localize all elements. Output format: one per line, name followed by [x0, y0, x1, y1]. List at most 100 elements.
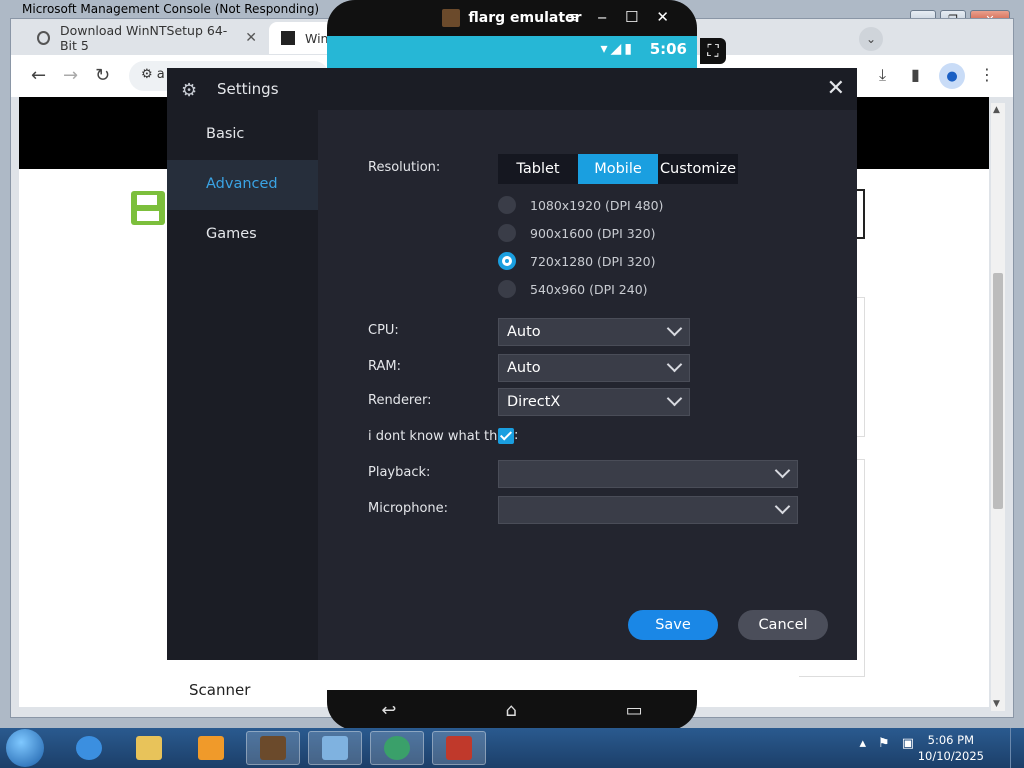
- playback-select[interactable]: [498, 460, 798, 488]
- resolution-option-label: 900x1600 (DPI 320): [530, 225, 656, 241]
- network-icon[interactable]: ▣: [902, 736, 914, 751]
- sidebar-item-games[interactable]: Games: [167, 210, 318, 260]
- hamburger-menu-icon[interactable]: ≡: [567, 8, 580, 26]
- cpu-label: CPU:: [368, 323, 399, 338]
- radio-button[interactable]: [498, 196, 516, 214]
- mode-mobile[interactable]: Mobile: [578, 154, 658, 184]
- close-dialog-icon[interactable]: ✕: [827, 76, 845, 101]
- unknown-option-checkbox[interactable]: [498, 428, 514, 444]
- android-nav-bar: ↩ ⌂ ▭: [327, 692, 697, 728]
- resolution-option[interactable]: 720x1280 (DPI 320): [498, 252, 655, 270]
- resolution-option[interactable]: 540x960 (DPI 240): [498, 280, 648, 298]
- chevron-down-icon: [667, 359, 681, 373]
- toolbox-icon[interactable]: [432, 731, 486, 765]
- taskbar-clock[interactable]: 5:06 PM 10/10/2025: [918, 732, 984, 764]
- android-status-bar: ▾◢▮ 5:06: [327, 36, 697, 68]
- file-explorer-icon[interactable]: [122, 731, 176, 765]
- background-window-title: Microsoft Management Console (Not Respon…: [22, 2, 320, 16]
- checkbox-label: i dont know what this: [368, 429, 508, 444]
- mode-customize[interactable]: Customize: [658, 154, 738, 184]
- cpu-select[interactable]: Auto: [498, 318, 690, 346]
- start-button[interactable]: [6, 729, 44, 767]
- profile-avatar[interactable]: ●: [939, 63, 965, 89]
- checkbox-label-tail: :: [514, 428, 519, 443]
- radio-button[interactable]: [498, 224, 516, 242]
- resolution-option[interactable]: 900x1600 (DPI 320): [498, 224, 655, 242]
- internet-explorer-icon[interactable]: [62, 731, 116, 765]
- radio-button-selected[interactable]: [498, 252, 516, 270]
- menu-kebab-icon[interactable]: ⋮: [979, 65, 995, 84]
- scanner-text: Scanner: [189, 681, 251, 699]
- tab-search-button[interactable]: ⌄: [859, 27, 883, 51]
- recents-nav-icon[interactable]: ▭: [626, 700, 643, 721]
- sidebar-item-advanced[interactable]: Advanced: [167, 160, 318, 210]
- settings-content: Resolution: Tablet Mobile Customize 1080…: [318, 110, 857, 660]
- globe-icon: [37, 31, 50, 45]
- download-icon[interactable]: ⤓: [879, 65, 886, 85]
- resolution-option[interactable]: 1080x1920 (DPI 480): [498, 196, 663, 214]
- site-info-icon[interactable]: ⚙: [141, 67, 153, 82]
- address-text: a: [156, 67, 165, 82]
- clock-date: 10/10/2025: [917, 749, 984, 763]
- cancel-button[interactable]: Cancel: [738, 610, 828, 640]
- tab-title: Download WinNTSetup 64-Bit 5: [59, 23, 228, 53]
- status-time: 5:06: [649, 40, 687, 58]
- system-tray: ▴ ⚑ ▣: [860, 736, 914, 751]
- emulator-name: flarg emulator: [468, 10, 582, 26]
- chevron-down-icon: [775, 465, 789, 479]
- ram-select[interactable]: Auto: [498, 354, 690, 382]
- renderer-value: DirectX: [507, 394, 561, 410]
- taskbar: ▴ ⚑ ▣ 5:06 PM 10/10/2025: [0, 728, 1024, 768]
- resolution-label: Resolution:: [368, 160, 441, 175]
- save-button[interactable]: Save: [628, 610, 718, 640]
- settings-sidebar: Basic Advanced Games: [167, 110, 318, 660]
- settings-dialog: ⚙ Settings ✕ Basic Advanced Games Resolu…: [167, 68, 857, 660]
- renderer-label: Renderer:: [368, 393, 432, 408]
- scroll-down-icon[interactable]: ▼: [993, 699, 1000, 709]
- chrome-icon[interactable]: [370, 731, 424, 765]
- tab-winntsetup[interactable]: Download WinNTSetup 64-Bit 5 ✕: [25, 22, 269, 54]
- chevron-down-icon: [775, 501, 789, 515]
- back-nav-icon[interactable]: ↩: [381, 700, 396, 721]
- scroll-thumb[interactable]: [993, 273, 1003, 509]
- resolution-mode-selector: Tablet Mobile Customize: [498, 154, 738, 184]
- bank-icon: [281, 31, 295, 45]
- ram-value: Auto: [507, 360, 541, 376]
- minimize-icon[interactable]: ‒: [597, 8, 607, 26]
- reload-icon[interactable]: ↻: [95, 65, 110, 86]
- sidebar-item-basic[interactable]: Basic: [167, 110, 318, 160]
- forward-icon[interactable]: →: [63, 65, 78, 86]
- clock-time: 5:06 PM: [927, 733, 975, 747]
- tray-expand-icon[interactable]: ▴: [860, 736, 867, 751]
- emulator-taskbar-icon[interactable]: [246, 731, 300, 765]
- show-desktop-button[interactable]: [1010, 728, 1024, 768]
- action-center-icon[interactable]: ⚑: [878, 736, 890, 751]
- renderer-select[interactable]: DirectX: [498, 388, 690, 416]
- fullscreen-icon[interactable]: ⛶: [700, 38, 726, 64]
- microphone-select[interactable]: [498, 496, 798, 524]
- emulator-screen-bottom: [327, 660, 697, 690]
- resolution-option-label: 720x1280 (DPI 320): [530, 253, 656, 269]
- home-nav-icon[interactable]: ⌂: [505, 700, 516, 721]
- resolution-option-label: 540x960 (DPI 240): [530, 281, 648, 297]
- scroll-up-icon[interactable]: ▲: [993, 105, 1000, 115]
- floppy-save-icon: [131, 191, 165, 225]
- emulator-logo-icon: [442, 9, 461, 27]
- page-scrollbar[interactable]: ▲ ▼: [991, 103, 1005, 711]
- media-player-icon[interactable]: [184, 731, 238, 765]
- maximize-icon[interactable]: ☐: [625, 8, 638, 26]
- chevron-down-icon: [667, 323, 681, 337]
- microphone-label: Microphone:: [368, 501, 449, 516]
- settings-title: Settings: [217, 80, 279, 98]
- playback-label: Playback:: [368, 465, 431, 480]
- side-panel-icon[interactable]: ▮: [911, 65, 920, 84]
- close-tab-icon[interactable]: ✕: [245, 30, 257, 46]
- settings-header: ⚙ Settings ✕: [167, 68, 857, 110]
- management-console-icon[interactable]: [308, 731, 362, 765]
- wifi-signal-battery-icons: ▾◢▮: [600, 41, 635, 57]
- resolution-option-label: 1080x1920 (DPI 480): [530, 197, 664, 213]
- radio-button[interactable]: [498, 280, 516, 298]
- close-icon[interactable]: ✕: [656, 8, 669, 26]
- mode-tablet[interactable]: Tablet: [498, 154, 578, 184]
- back-icon[interactable]: ←: [31, 65, 46, 86]
